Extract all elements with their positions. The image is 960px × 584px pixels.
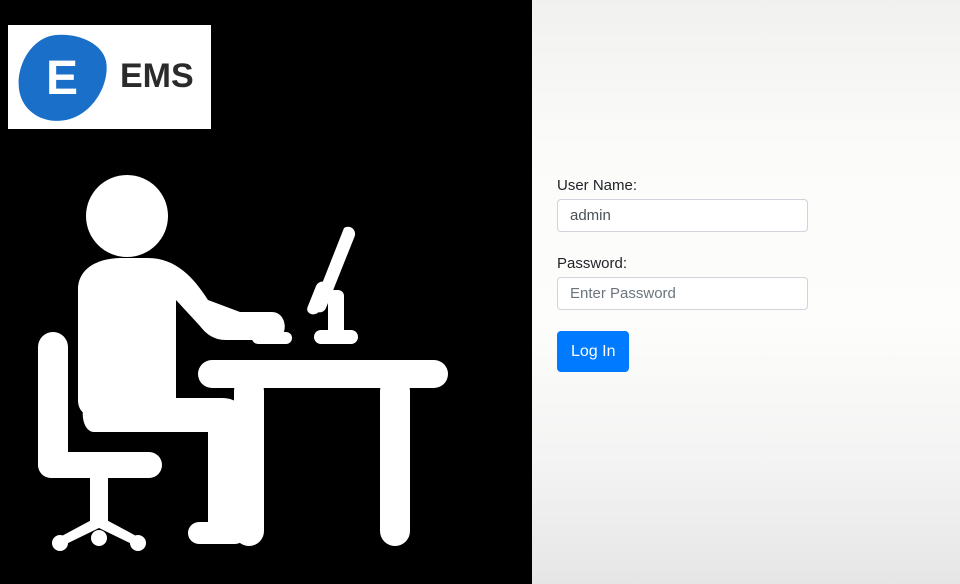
branding-panel: E EMS — [0, 0, 532, 584]
ems-logo: E EMS — [8, 25, 211, 129]
username-group: User Name: — [557, 176, 809, 232]
logo-e-mark-icon: E — [18, 34, 107, 121]
username-input[interactable] — [557, 199, 808, 232]
username-label: User Name: — [557, 177, 638, 194]
login-form: User Name: Password: Log In — [557, 176, 809, 372]
login-page: E EMS User Name: admin Password: Log In — [0, 0, 960, 584]
password-input[interactable] — [557, 277, 808, 310]
logo-text: EMS — [120, 57, 194, 95]
password-label: Password: — [557, 255, 628, 272]
login-button[interactable]: Log In — [557, 331, 630, 372]
password-group: Password: — [557, 254, 809, 310]
person-at-desk-computer-icon — [38, 175, 448, 551]
logo-letter: E — [46, 52, 78, 105]
login-panel: User Name: Password: Log In — [532, 0, 960, 584]
